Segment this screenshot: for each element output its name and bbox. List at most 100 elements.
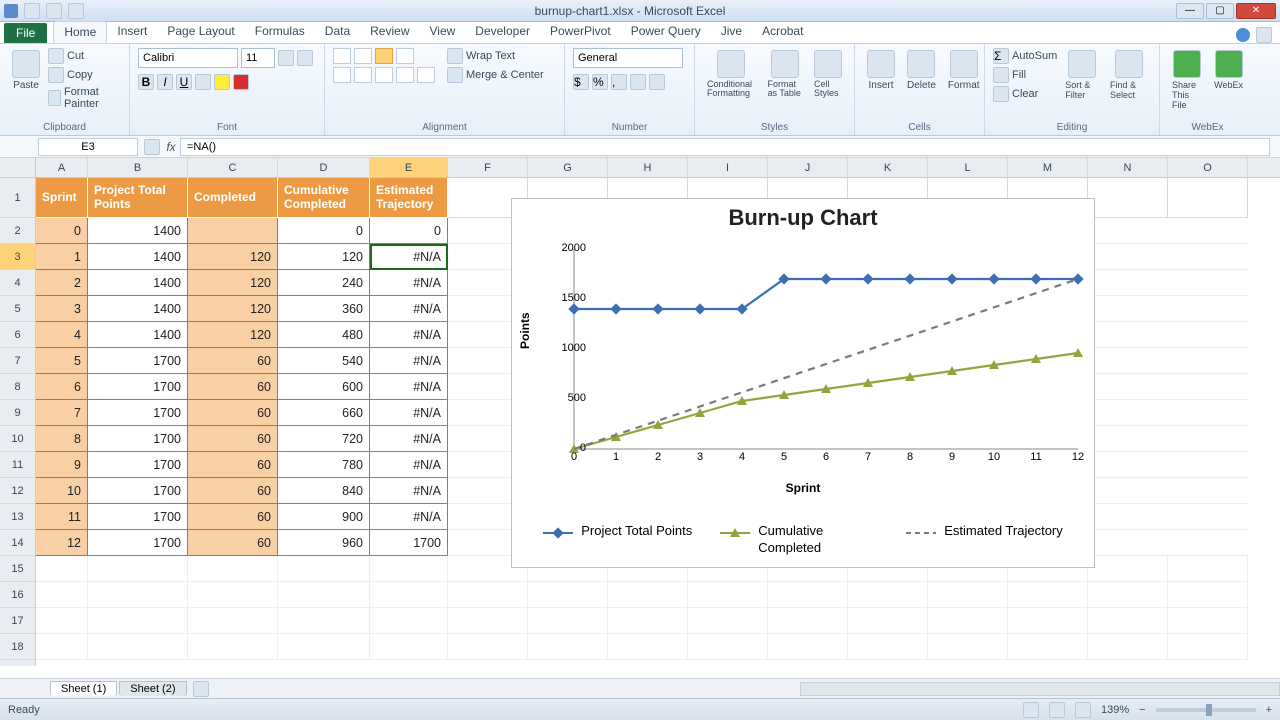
cell[interactable]	[1168, 296, 1248, 322]
table-header-B[interactable]: Project Total Points	[88, 178, 188, 218]
cell[interactable]	[188, 608, 278, 634]
cell[interactable]	[448, 582, 528, 608]
cell-D13[interactable]: 900	[278, 504, 370, 530]
cell-E5[interactable]: #N/A	[370, 296, 448, 322]
cell-A2[interactable]: 0	[36, 218, 88, 244]
zoom-out-icon[interactable]: −	[1139, 704, 1145, 716]
view-layout-icon[interactable]	[1049, 702, 1065, 718]
table-header-A[interactable]: Sprint	[36, 178, 88, 218]
cell-A11[interactable]: 9	[36, 452, 88, 478]
cell-E8[interactable]: #N/A	[370, 374, 448, 400]
cell[interactable]	[1168, 504, 1248, 530]
row-header-9[interactable]: 9	[0, 400, 35, 426]
row-header-17[interactable]: 17	[0, 608, 35, 634]
row-header-16[interactable]: 16	[0, 582, 35, 608]
cell[interactable]	[848, 582, 928, 608]
shrink-font-icon[interactable]	[297, 50, 313, 66]
cell[interactable]	[448, 634, 528, 660]
cell[interactable]	[1168, 244, 1248, 270]
align-left[interactable]	[333, 67, 351, 83]
cell-E11[interactable]: #N/A	[370, 452, 448, 478]
ribbon-tab-jive[interactable]: Jive	[711, 21, 752, 43]
cell-C13[interactable]: 60	[188, 504, 278, 530]
underline-icon[interactable]: U	[176, 74, 192, 90]
sort-filter-button[interactable]: Sort & Filter	[1061, 48, 1102, 102]
cell[interactable]	[1168, 530, 1248, 556]
table-header-E[interactable]: Estimated Trajectory	[370, 178, 448, 218]
cell[interactable]	[1088, 270, 1168, 296]
row-header-1[interactable]: 1	[0, 178, 35, 218]
row-header-2[interactable]: 2	[0, 218, 35, 244]
conditional-formatting-button[interactable]: Conditional Formatting	[703, 48, 760, 100]
cell[interactable]	[1088, 322, 1168, 348]
cell[interactable]	[688, 634, 768, 660]
cell[interactable]	[608, 582, 688, 608]
cell-A5[interactable]: 3	[36, 296, 88, 322]
cell[interactable]	[528, 582, 608, 608]
paste-button[interactable]: Paste	[8, 48, 44, 93]
cell[interactable]	[188, 582, 278, 608]
cell-B11[interactable]: 1700	[88, 452, 188, 478]
cell[interactable]	[608, 634, 688, 660]
cell-E10[interactable]: #N/A	[370, 426, 448, 452]
col-header-H[interactable]: H	[608, 158, 688, 177]
indent-inc[interactable]	[417, 67, 435, 83]
col-header-C[interactable]: C	[188, 158, 278, 177]
cell-C10[interactable]: 60	[188, 426, 278, 452]
cell[interactable]	[1088, 452, 1168, 478]
cell-D7[interactable]: 540	[278, 348, 370, 374]
cell[interactable]	[1008, 608, 1088, 634]
cell[interactable]	[370, 634, 448, 660]
ribbon-tab-developer[interactable]: Developer	[465, 21, 540, 43]
cell[interactable]	[848, 634, 928, 660]
cell[interactable]	[36, 608, 88, 634]
cell[interactable]	[188, 556, 278, 582]
cell[interactable]	[36, 634, 88, 660]
cell[interactable]	[1168, 322, 1248, 348]
cell-D6[interactable]: 480	[278, 322, 370, 348]
cell[interactable]	[928, 608, 1008, 634]
cell[interactable]	[370, 556, 448, 582]
worksheet-grid[interactable]: 123456789101112131415161718 ABCDEFGHIJKL…	[0, 158, 1280, 666]
cell[interactable]	[1088, 400, 1168, 426]
cell[interactable]	[1168, 218, 1248, 244]
cell-C2[interactable]	[188, 218, 278, 244]
bold-icon[interactable]: B	[138, 74, 154, 90]
cell-A12[interactable]: 10	[36, 478, 88, 504]
cell[interactable]	[768, 582, 848, 608]
ribbon-tab-acrobat[interactable]: Acrobat	[752, 21, 813, 43]
cell-A13[interactable]: 11	[36, 504, 88, 530]
cell[interactable]	[278, 556, 370, 582]
cell-A9[interactable]: 7	[36, 400, 88, 426]
close-button[interactable]: ✕	[1236, 3, 1276, 19]
cell[interactable]	[688, 582, 768, 608]
cell[interactable]	[1088, 478, 1168, 504]
cell[interactable]	[1088, 178, 1168, 218]
file-tab[interactable]: File	[4, 23, 47, 43]
cell-A4[interactable]: 2	[36, 270, 88, 296]
delete-cells-button[interactable]: Delete	[903, 48, 940, 93]
ribbon-tab-review[interactable]: Review	[360, 21, 419, 43]
zoom-level[interactable]: 139%	[1101, 704, 1129, 716]
ribbon-tab-formulas[interactable]: Formulas	[245, 21, 315, 43]
cell[interactable]	[1168, 178, 1248, 218]
align-right[interactable]	[375, 67, 393, 83]
cell-C11[interactable]: 60	[188, 452, 278, 478]
cell[interactable]	[1168, 400, 1248, 426]
cell-B12[interactable]: 1700	[88, 478, 188, 504]
row-header-8[interactable]: 8	[0, 374, 35, 400]
cell-B5[interactable]: 1400	[88, 296, 188, 322]
cell-D4[interactable]: 240	[278, 270, 370, 296]
cell-D3[interactable]: 120	[278, 244, 370, 270]
cell-E2[interactable]: 0	[370, 218, 448, 244]
cell[interactable]	[36, 556, 88, 582]
cell-D8[interactable]: 600	[278, 374, 370, 400]
cell[interactable]	[1168, 634, 1248, 660]
clear-icon[interactable]	[993, 86, 1009, 102]
format-cells-button[interactable]: Format	[944, 48, 984, 93]
cell[interactable]	[88, 608, 188, 634]
ribbon-tab-insert[interactable]: Insert	[107, 21, 157, 43]
col-header-O[interactable]: O	[1168, 158, 1248, 177]
cancel-formula-icon[interactable]	[144, 139, 160, 155]
cell-B14[interactable]: 1700	[88, 530, 188, 556]
